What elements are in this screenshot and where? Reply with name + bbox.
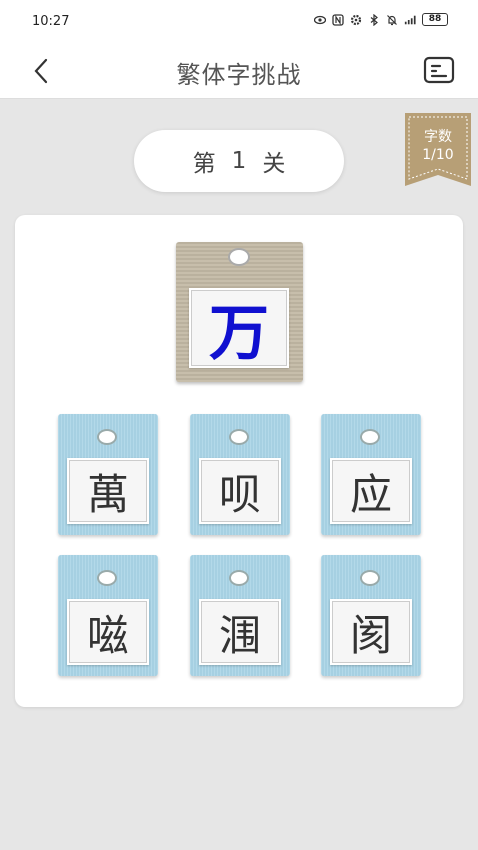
- ribbon-text: 字数 1/10: [405, 128, 471, 164]
- option-paper: 呗: [199, 458, 281, 524]
- status-bar: 10:27 88: [0, 0, 478, 44]
- option-tag[interactable]: 阂: [321, 555, 421, 676]
- battery-icon: 88: [422, 13, 448, 26]
- page-title: 繁体字挑战: [176, 61, 302, 89]
- option-paper: 涠: [199, 599, 281, 665]
- option-char: 应: [349, 469, 392, 519]
- level-number: 1: [231, 148, 247, 174]
- question-tag: 万: [176, 242, 303, 382]
- option-paper: 应: [330, 458, 412, 524]
- option-paper: 嗞: [67, 599, 149, 665]
- ribbon-label: 字数: [424, 129, 452, 145]
- signal-icon: [404, 15, 416, 24]
- option-tag[interactable]: 嗞: [58, 555, 158, 676]
- question-paper: 万: [189, 288, 289, 369]
- bluetooth-icon: [370, 13, 378, 26]
- ribbon-progress: 1/10: [422, 147, 454, 163]
- list-card-icon: [423, 56, 455, 84]
- status-icons: 88: [314, 13, 448, 26]
- tag-hole: [229, 429, 249, 445]
- mute-bell-icon: [387, 14, 397, 25]
- tag-hole: [360, 570, 380, 586]
- option-char: 涠: [218, 610, 261, 660]
- eye-icon: [314, 15, 326, 24]
- option-tag[interactable]: 涠: [190, 555, 290, 676]
- tag-hole: [97, 429, 117, 445]
- option-char: 萬: [86, 469, 129, 519]
- status-time: 10:27: [32, 14, 70, 29]
- list-menu-button[interactable]: [422, 53, 456, 87]
- level-indicator: 第 1 关: [134, 130, 344, 192]
- level-prefix: 第: [192, 151, 216, 177]
- option-tag[interactable]: 萬: [58, 414, 158, 535]
- option-char: 嗞: [86, 610, 129, 660]
- option-tag[interactable]: 呗: [190, 414, 290, 535]
- gear-icon: [350, 14, 362, 25]
- option-paper: 阂: [330, 599, 412, 665]
- option-tag[interactable]: 应: [321, 414, 421, 535]
- question-char: 万: [209, 298, 269, 369]
- nfc-icon: [332, 13, 344, 26]
- tag-hole: [228, 248, 250, 266]
- option-char: 呗: [218, 469, 261, 519]
- option-char: 阂: [349, 610, 392, 660]
- level-suffix: 关: [262, 151, 286, 177]
- tag-hole: [360, 429, 380, 445]
- tag-hole: [97, 570, 117, 586]
- tag-hole: [229, 570, 249, 586]
- option-paper: 萬: [67, 458, 149, 524]
- app-header: 繁体字挑战: [0, 44, 478, 99]
